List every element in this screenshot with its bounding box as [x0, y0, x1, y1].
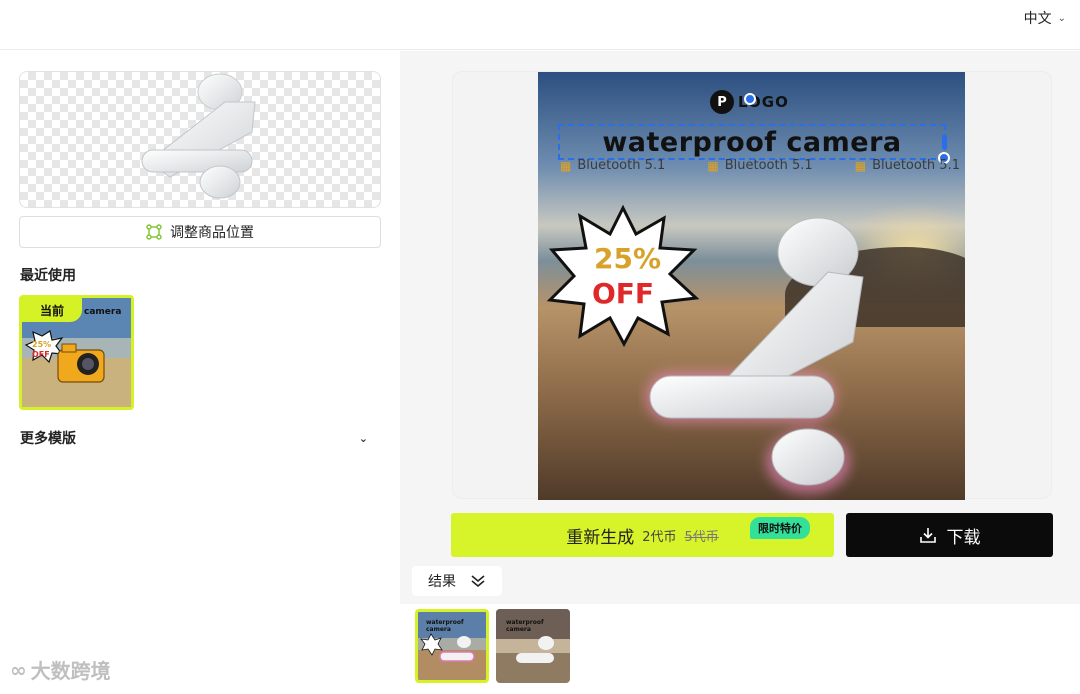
double-chevron-down-icon — [471, 575, 485, 588]
limited-offer-badge: 限时特价 — [750, 517, 810, 539]
rotate-handle[interactable] — [744, 93, 756, 105]
watermark-text: 大数跨境 — [30, 659, 111, 683]
regenerate-current-price: 2代币 — [642, 529, 677, 545]
results-label: 结果 — [428, 574, 456, 590]
regenerate-original-price: 5代币 — [684, 529, 719, 545]
result-thumbnail[interactable]: waterproof camera — [496, 609, 570, 683]
result-caption: waterproof camera — [506, 619, 544, 633]
feature-item: ▦ Bluetooth 5.1 — [560, 158, 665, 173]
recent-template-thumbnail[interactable]: 当前 camera 25% OFF — [19, 295, 134, 410]
regenerate-label: 重新生成 — [566, 527, 635, 548]
current-tag: 当前 — [22, 298, 82, 322]
result-thumbnail[interactable]: waterproof camera — [415, 609, 489, 683]
editor-area: P LOGO waterproof camera ▦ Bluetooth 5.1… — [400, 51, 1080, 694]
chevron-down-icon: ⌄ — [1057, 12, 1066, 24]
recent-section-title: 最近使用 — [20, 268, 76, 284]
feature-label: Bluetooth 5.1 — [577, 158, 666, 173]
poster-canvas[interactable]: P LOGO waterproof camera ▦ Bluetooth 5.1… — [538, 72, 965, 500]
download-label: 下载 — [946, 527, 981, 548]
earbud-product-image[interactable] — [638, 202, 958, 500]
result-caption: waterproof camera — [426, 619, 464, 633]
watermark-logo-icon: ∞ — [10, 657, 27, 682]
recent-template-badge-bottom: OFF — [32, 350, 50, 359]
feature-label: Bluetooth 5.1 — [724, 158, 813, 173]
recent-template-badge-top: 25% — [32, 340, 52, 349]
results-strip: waterproof camera waterproof camera — [400, 604, 1080, 694]
feature-item: ▦ Bluetooth 5.1 — [707, 158, 812, 173]
earbud-cutout-image — [141, 73, 256, 199]
results-toggle[interactable]: 结果 — [412, 566, 502, 596]
adjust-product-position-button[interactable]: 调整商品位置 — [19, 216, 381, 248]
feature-item: ▦ Bluetooth 5.1 — [855, 158, 960, 173]
download-icon — [919, 528, 936, 543]
feature-label: Bluetooth 5.1 — [872, 158, 960, 173]
feature-row: ▦ Bluetooth 5.1 ▦ Bluetooth 5.1 ▦ Blueto… — [560, 158, 960, 173]
logo-mark: P — [710, 90, 734, 114]
bluetooth-icon: ▦ — [560, 158, 572, 173]
chevron-down-icon: ⌄ — [358, 431, 368, 445]
adjust-product-position-label: 调整商品位置 — [170, 225, 254, 241]
side-handle[interactable] — [942, 134, 947, 150]
headline-selection-box[interactable]: waterproof camera — [558, 124, 946, 160]
product-cutout-preview — [19, 71, 381, 208]
language-label: 中文 — [1023, 11, 1052, 27]
bluetooth-icon: ▦ — [707, 158, 719, 173]
more-templates-label: 更多模版 — [20, 431, 76, 447]
left-panel: 调整商品位置 最近使用 当前 camera 25% OFF 更多模版 ⌄ ∞ 大… — [0, 51, 400, 694]
top-bar: 中文 ⌄ — [0, 0, 1080, 50]
recent-template-title: camera — [84, 307, 122, 317]
language-selector[interactable]: 中文 ⌄ — [1024, 8, 1066, 28]
adjust-position-icon — [146, 224, 162, 240]
download-button[interactable]: 下载 — [846, 513, 1053, 557]
poster-headline[interactable]: waterproof camera — [602, 127, 901, 158]
bluetooth-icon: ▦ — [854, 158, 867, 173]
more-templates-toggle[interactable]: 更多模版 ⌄ — [20, 428, 368, 448]
regenerate-button[interactable]: 重新生成 2代币 5代币 限时特价 — [451, 513, 834, 557]
watermark: ∞ 大数跨境 — [10, 655, 111, 684]
